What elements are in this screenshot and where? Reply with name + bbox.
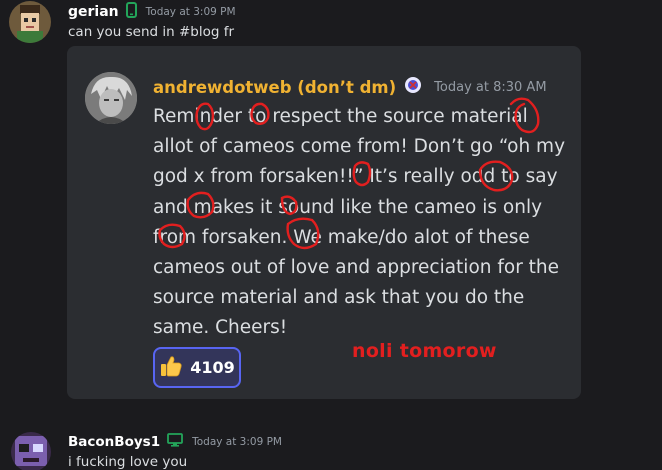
- quoted-line: and makes it sound like the cameo is onl…: [153, 196, 543, 218]
- message-text: i fucking love you: [68, 454, 188, 470]
- quoted-message-text: Reminder to respect the source material …: [153, 102, 573, 344]
- mobile-icon: [125, 2, 137, 22]
- author-name[interactable]: BaconBoys1: [68, 434, 160, 450]
- quoted-header: andrewdotweb (don’t dm) Today at 8:30 AM: [153, 76, 547, 98]
- quoted-line: Reminder to respect the source material: [153, 106, 528, 127]
- message-baconboys1: BaconBoys1 Today at 3:09 PM i fucking lo…: [0, 426, 662, 470]
- timestamp: Today at 3:09 PM: [192, 435, 282, 448]
- quoted-timestamp: Today at 8:30 AM: [434, 79, 547, 95]
- message-text: can you send in #blog fr: [68, 24, 235, 40]
- avatar[interactable]: [9, 1, 51, 43]
- desktop-icon: [167, 432, 183, 451]
- quoted-line: cameos out of love and appreciation for …: [153, 257, 560, 279]
- author-name[interactable]: gerian: [68, 4, 119, 20]
- annotation-text: noli tomorow: [352, 340, 497, 362]
- quoted-line: from forsaken. We make/do alot of these: [153, 226, 530, 248]
- message-header: gerian Today at 3:09 PM: [68, 2, 236, 22]
- chat-view: gerian Today at 3:09 PM can you send in …: [0, 0, 662, 470]
- quoted-message-card[interactable]: andrewdotweb (don’t dm) Today at 8:30 AM…: [67, 46, 581, 399]
- quoted-line: god x from forsaken!!” It’s really odd t…: [153, 166, 558, 188]
- reaction-thumbs-up[interactable]: 4109: [153, 347, 241, 388]
- timestamp: Today at 3:09 PM: [145, 6, 236, 18]
- thumbs-up-icon: [159, 354, 183, 382]
- avatar[interactable]: [11, 432, 51, 470]
- message-gerian: gerian Today at 3:09 PM can you send in …: [0, 0, 662, 46]
- quoted-avatar[interactable]: [85, 72, 137, 124]
- quoted-line: source material and ask that you do the: [153, 287, 525, 309]
- quoted-line: allot of cameos come from! Don’t go “oh …: [153, 136, 566, 158]
- reaction-count: 4109: [190, 358, 235, 377]
- quoted-author-name[interactable]: andrewdotweb (don’t dm): [153, 78, 396, 97]
- role-badge-icon: [404, 76, 422, 98]
- message-header: BaconBoys1 Today at 3:09 PM: [68, 432, 282, 451]
